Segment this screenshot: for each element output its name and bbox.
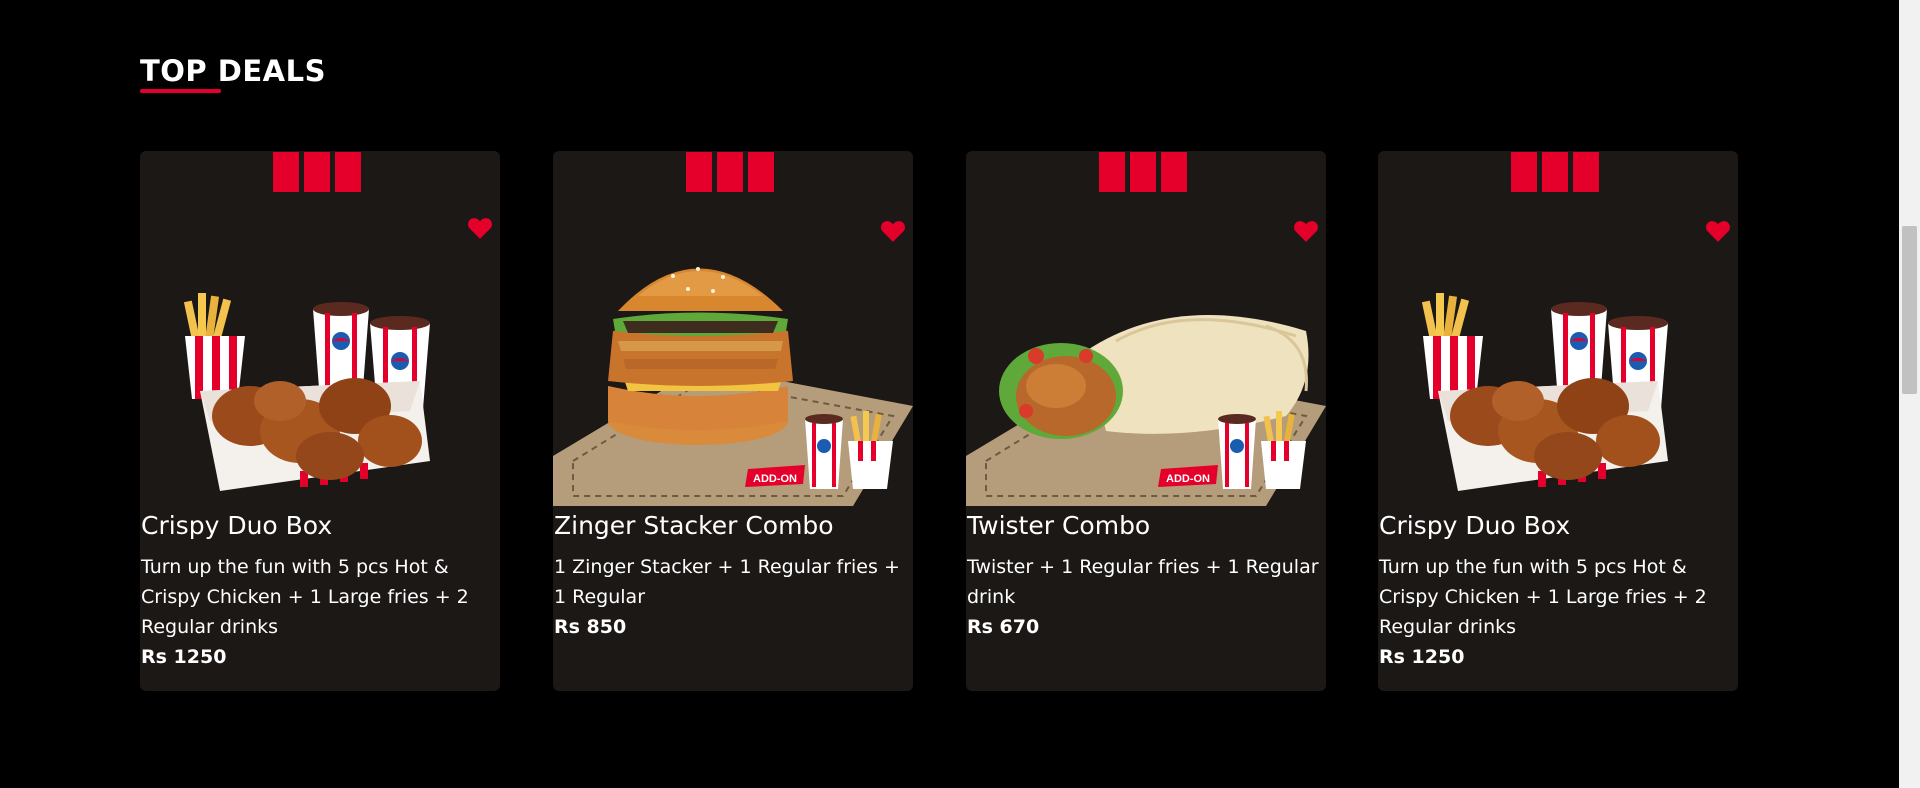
brand-stripes [1099,152,1189,192]
wrap-combo-image: ADD-ON [966,315,1326,506]
svg-text:ADD-ON: ADD-ON [1166,473,1210,485]
deal-card[interactable]: ADD-ON Zinger Stacker Combo 1 Zinger Sta… [553,151,913,691]
deal-price: Rs 850 [554,616,627,638]
heart-icon[interactable] [467,216,493,240]
deal-description: Twister + 1 Regular fries + 1 Regular dr… [967,556,1319,608]
brand-stripes [273,152,363,192]
deal-card[interactable]: Crispy Duo Box Turn up the fun with 5 pc… [140,151,500,691]
deal-description: Turn up the fun with 5 pcs Hot & Crispy … [1379,556,1707,638]
scrollbar-thumb[interactable] [1902,226,1917,394]
deal-description: Turn up the fun with 5 pcs Hot & Crispy … [141,556,469,638]
deal-price: Rs 1250 [1379,646,1465,668]
deal-name: Crispy Duo Box [1379,511,1571,540]
chicken-bucket-meal-image [183,293,430,491]
vertical-scrollbar[interactable] [1899,0,1920,788]
deal-description: 1 Zinger Stacker + 1 Regular fries + 1 R… [554,556,900,608]
heart-icon[interactable] [1293,219,1319,243]
brand-stripes [686,152,776,192]
heart-icon[interactable] [880,219,906,243]
deal-name: Twister Combo [967,511,1151,540]
chicken-bucket-meal-image [1421,293,1668,491]
deal-name: Zinger Stacker Combo [554,511,834,540]
deal-price: Rs 1250 [141,646,227,668]
heart-icon[interactable] [1705,219,1731,243]
deal-price: Rs 670 [967,616,1040,638]
section-title: TOP DEALS [140,54,326,88]
brand-stripes [1511,152,1601,192]
deal-card[interactable]: ADD-ON Twister Combo Twister + 1 Regular… [966,151,1326,691]
svg-text:ADD-ON: ADD-ON [753,473,797,485]
deal-card[interactable]: Crispy Duo Box Turn up the fun with 5 pc… [1378,151,1738,691]
deal-name: Crispy Duo Box [141,511,333,540]
burger-combo-image: ADD-ON [553,267,913,506]
title-underline [140,89,221,93]
